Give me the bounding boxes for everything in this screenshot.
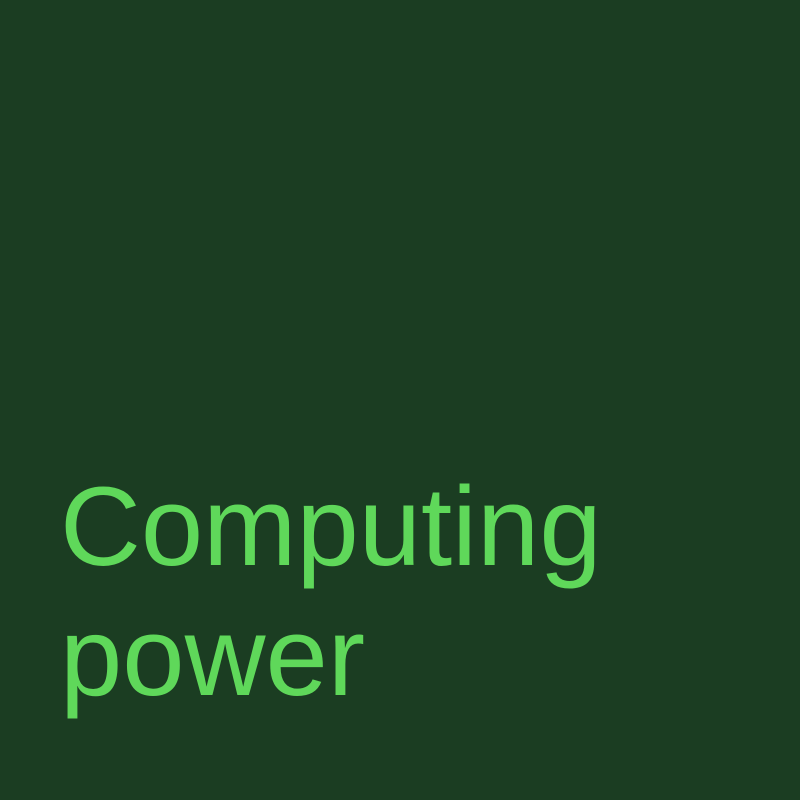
tile-title: Computing power [60, 462, 602, 722]
title-tile: Computing power [0, 0, 800, 800]
title-line-1: Computing [60, 464, 602, 589]
title-line-2: power [60, 594, 366, 719]
